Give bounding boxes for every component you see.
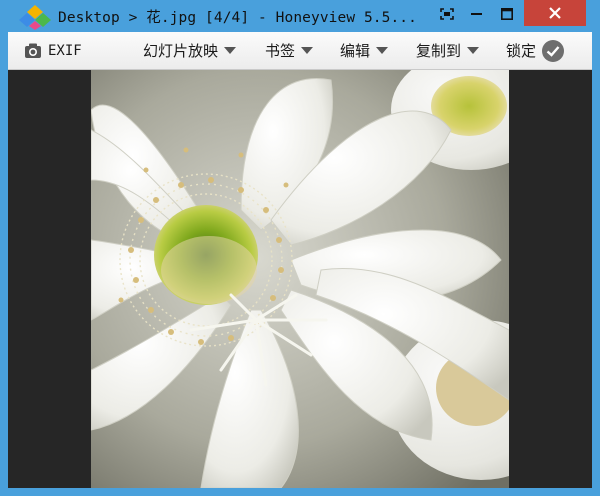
- toolbar: EXIF 幻灯片放映 书签 编辑 复制到 锁定: [8, 32, 592, 70]
- slideshow-label: 幻灯片放映: [143, 42, 219, 60]
- chevron-down-icon: [224, 47, 237, 54]
- lock-button[interactable]: 锁定: [506, 32, 565, 69]
- lock-label: 锁定: [506, 42, 537, 60]
- flower-image: [91, 70, 509, 488]
- minimize-icon: [471, 13, 482, 15]
- bookmark-menu[interactable]: 书签: [265, 32, 314, 69]
- copy-to-menu[interactable]: 复制到: [416, 32, 480, 69]
- edit-label: 编辑: [340, 42, 371, 60]
- slideshow-menu[interactable]: 幻灯片放映: [143, 32, 237, 69]
- exif-label: EXIF: [48, 42, 82, 59]
- fullscreen-button[interactable]: [432, 0, 462, 28]
- chevron-down-icon: [467, 47, 480, 54]
- honeyview-app-icon: [19, 5, 51, 30]
- minimize-button[interactable]: [462, 0, 492, 28]
- exif-button[interactable]: EXIF: [24, 32, 82, 69]
- image-viewport[interactable]: [8, 70, 592, 488]
- title-bar[interactable]: Desktop > 花.jpg [4/4] - Honeyview 5.5...: [0, 0, 600, 32]
- app-window: Desktop > 花.jpg [4/4] - Honeyview 5.5...: [0, 0, 600, 496]
- edit-menu[interactable]: 编辑: [340, 32, 389, 69]
- fullscreen-icon: [440, 8, 454, 20]
- close-button[interactable]: [524, 0, 586, 26]
- window-title: Desktop > 花.jpg [4/4] - Honeyview 5.5...: [58, 10, 417, 26]
- maximize-icon: [501, 8, 513, 20]
- maximize-button[interactable]: [492, 0, 522, 28]
- checkmark-icon: [542, 39, 565, 62]
- chevron-down-icon: [301, 47, 314, 54]
- chevron-down-icon: [376, 47, 389, 54]
- close-icon: [549, 7, 561, 19]
- bookmark-label: 书签: [265, 42, 296, 60]
- camera-icon: [25, 43, 41, 58]
- copy-to-label: 复制到: [416, 42, 462, 60]
- flower-photo: [91, 70, 509, 488]
